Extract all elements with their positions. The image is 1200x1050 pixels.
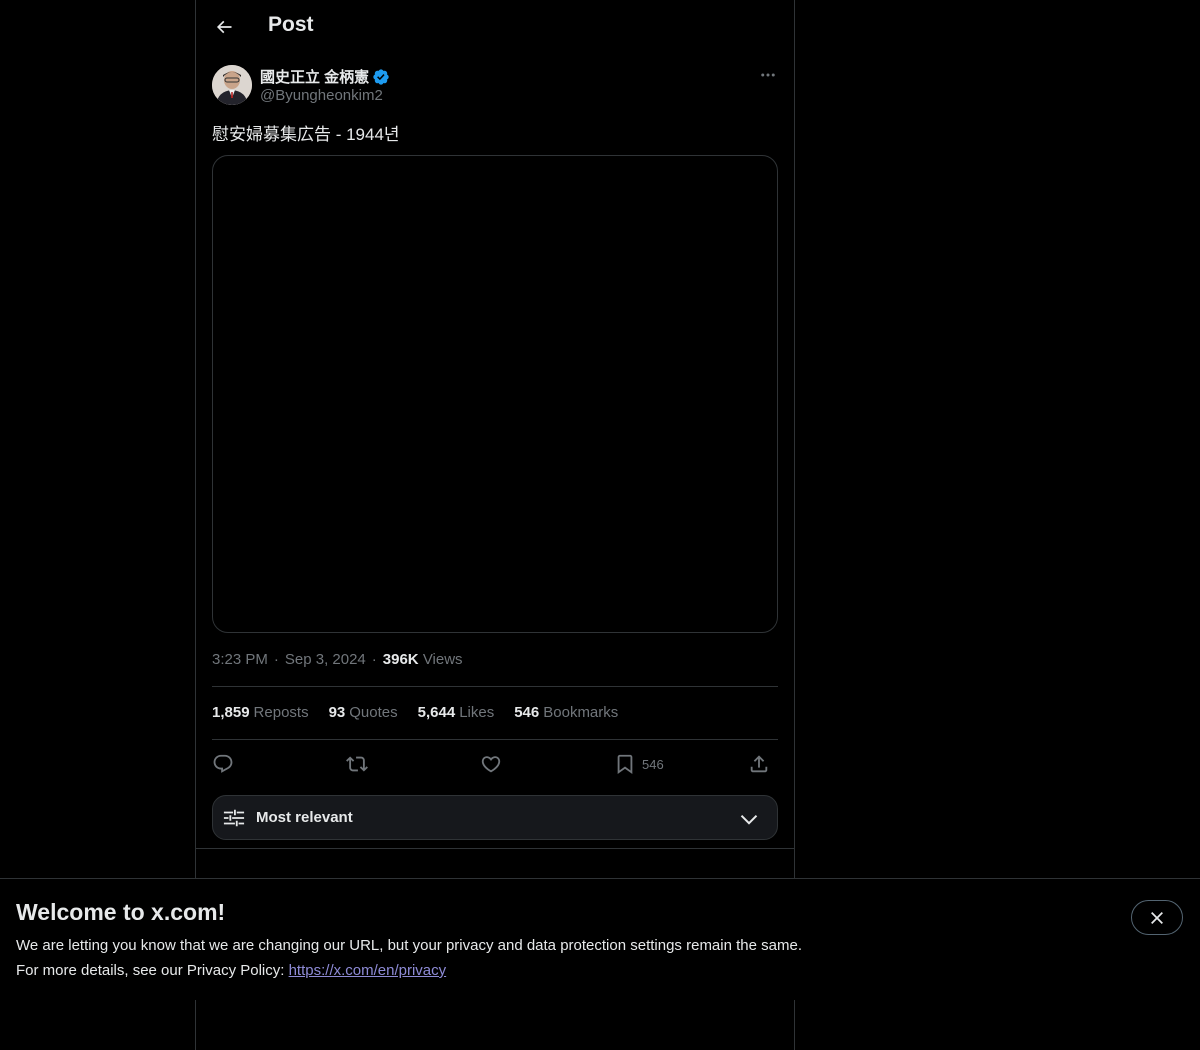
more-options-button[interactable] — [754, 64, 782, 86]
chevron-down-icon — [740, 814, 758, 825]
page-title: Post — [268, 13, 314, 36]
bookmark-count: 546 — [642, 756, 664, 772]
arrow-left-icon — [216, 20, 232, 34]
likes-stat[interactable]: 5,644 Likes — [418, 704, 495, 721]
stat-count: 5,644 — [417, 704, 456, 721]
sliders-icon — [223, 809, 245, 827]
reply-icon — [213, 754, 233, 773]
post-meta: 3:23 PM · Sep 3, 2024 · 396K Views — [212, 651, 463, 668]
privacy-policy-link[interactable]: https://x.com/en/privacy — [289, 962, 447, 979]
share-icon — [750, 755, 768, 773]
back-button[interactable] — [208, 11, 240, 43]
banner-policy-line: For more details, see our Privacy Policy… — [16, 962, 446, 979]
top-bar: Post — [196, 0, 794, 54]
banner-message: We are letting you know that we are chan… — [16, 937, 802, 954]
post-time[interactable]: 3:23 PM — [212, 651, 268, 668]
bookmark-icon — [617, 754, 633, 775]
stat-label: Likes — [459, 704, 495, 721]
post-actions: 546 — [212, 750, 778, 778]
post-stats: 1,859 Reposts 93 Quotes 5,644 Likes 546 Book… — [212, 704, 618, 721]
stat-count: 93 — [328, 704, 346, 721]
like-button[interactable] — [480, 750, 502, 778]
reposts-stat[interactable]: 1,859 Reposts — [212, 704, 309, 721]
views-label: Views — [422, 651, 463, 668]
heart-icon — [481, 756, 501, 773]
views-stat: 396K Views — [383, 651, 463, 668]
meta-separator: · — [371, 651, 377, 668]
views-count: 396K — [382, 651, 419, 668]
stat-count: 1,859 — [212, 704, 250, 721]
reply-button[interactable] — [212, 750, 234, 778]
post-date[interactable]: Sep 3, 2024 — [285, 651, 366, 668]
divider — [196, 848, 794, 849]
bookmarks-stat[interactable]: 546 Bookmarks — [514, 704, 618, 721]
post-text: 慰安婦募集広告 - 1944년 — [212, 125, 400, 144]
author-name-text: 國史正立 金柄憲 — [260, 69, 370, 86]
stat-label: Quotes — [349, 704, 398, 721]
sort-label: Most relevant — [256, 809, 353, 826]
post-media[interactable] — [212, 155, 778, 633]
quotes-stat[interactable]: 93 Quotes — [329, 704, 398, 721]
replies-sort-dropdown[interactable]: Most relevant — [212, 795, 778, 840]
stat-count: 546 — [514, 704, 540, 721]
divider — [212, 686, 778, 687]
stat-label: Reposts — [253, 704, 309, 721]
repost-button[interactable] — [346, 750, 368, 778]
author-handle[interactable]: @Byungheonkim2 — [260, 87, 383, 104]
share-button[interactable] — [748, 750, 770, 778]
repost-icon — [346, 756, 368, 772]
close-icon — [1151, 911, 1163, 924]
banner-policy-prefix: For more details, see our Privacy Policy… — [16, 962, 289, 979]
bookmark-button[interactable]: 546 — [614, 750, 664, 778]
meta-separator: · — [273, 651, 279, 668]
avatar-image — [212, 65, 252, 105]
divider — [212, 739, 778, 740]
url-change-banner: Welcome to x.com! We are letting you kno… — [0, 878, 1200, 1000]
stat-label: Bookmarks — [543, 704, 619, 721]
author-name[interactable]: 國史正立 金柄憲 — [260, 66, 390, 87]
banner-title: Welcome to x.com! — [16, 899, 226, 925]
avatar[interactable] — [212, 65, 252, 105]
more-horizontal-icon — [761, 73, 775, 77]
close-banner-button[interactable] — [1131, 900, 1183, 935]
verified-badge-icon — [373, 68, 389, 85]
